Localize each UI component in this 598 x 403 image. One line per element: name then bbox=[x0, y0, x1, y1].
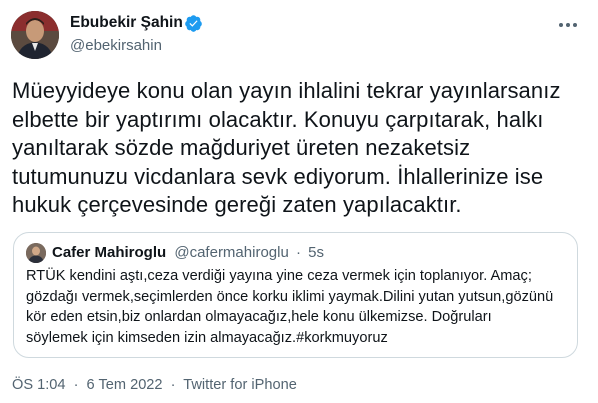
tweet-text-line: tutumunuzu vicdanlara sevk ediyorum. İhl… bbox=[12, 163, 544, 189]
tweet-detail: Ebubekir Şahin @ebekirsahin Müeyyideye k… bbox=[0, 0, 598, 403]
meta-separator: · bbox=[170, 377, 176, 393]
tweet-source[interactable]: Twitter for iPhone bbox=[183, 377, 297, 393]
meta-separator: · bbox=[73, 377, 79, 393]
avatar-image bbox=[11, 11, 59, 59]
quoted-timestamp: 5s bbox=[308, 244, 324, 261]
quoted-tweet-card[interactable]: Cafer Mahiroglu @cafermahiroglu · 5s RTÜ… bbox=[13, 232, 578, 358]
tweet-text: Müeyyideye konu olan yayın ihlalini tekr… bbox=[12, 77, 590, 220]
quoted-author-name: Cafer Mahiroglu bbox=[52, 244, 167, 261]
quoted-text-line: söylemek için kimseden izin almayacağız.… bbox=[26, 329, 388, 346]
tweet-text-line: elbette bir yaptırımı olacaktır. Konuyu … bbox=[12, 106, 544, 132]
quoted-author-handle: @cafermahiroglu bbox=[174, 244, 289, 261]
quoted-text-line: gözdağı vermek,seçimlerden önce korku ik… bbox=[26, 288, 554, 305]
tweet-text-line: hukuk çerçevesinde gereği zaten yapılaca… bbox=[12, 192, 462, 217]
tweet-text-line: Müeyyideye konu olan yayın ihlalini tekr… bbox=[12, 78, 561, 103]
tweet-metadata: ÖS 1:04 · 6 Tem 2022 · Twitter for iPhon… bbox=[12, 377, 297, 393]
quoted-text-line: RTÜK kendini aştı,ceza verdiği yayına yi… bbox=[26, 268, 532, 284]
verified-badge-icon bbox=[184, 14, 203, 33]
quoted-tweet-text: RTÜK kendini aştı,ceza verdiği yayına yi… bbox=[26, 266, 574, 348]
quoted-text-line: kör eden etsin,biz onlardan olmayacağız,… bbox=[26, 309, 492, 325]
more-options-icon[interactable] bbox=[555, 12, 581, 38]
author-avatar[interactable] bbox=[11, 11, 59, 59]
quoted-separator: · bbox=[295, 244, 301, 261]
author-name[interactable]: Ebubekir Şahin bbox=[70, 14, 183, 32]
quoted-tweet-header: Cafer Mahiroglu @cafermahiroglu · 5s bbox=[52, 244, 324, 261]
tweet-text-line: yanıltarak sözde mağduriyet üreten nezak… bbox=[12, 135, 471, 160]
author-handle[interactable]: @ebekirsahin bbox=[70, 37, 162, 54]
tweet-date[interactable]: 6 Tem 2022 bbox=[87, 377, 163, 393]
quoted-author-avatar bbox=[26, 243, 46, 263]
tweet-time[interactable]: ÖS 1:04 bbox=[12, 377, 66, 393]
